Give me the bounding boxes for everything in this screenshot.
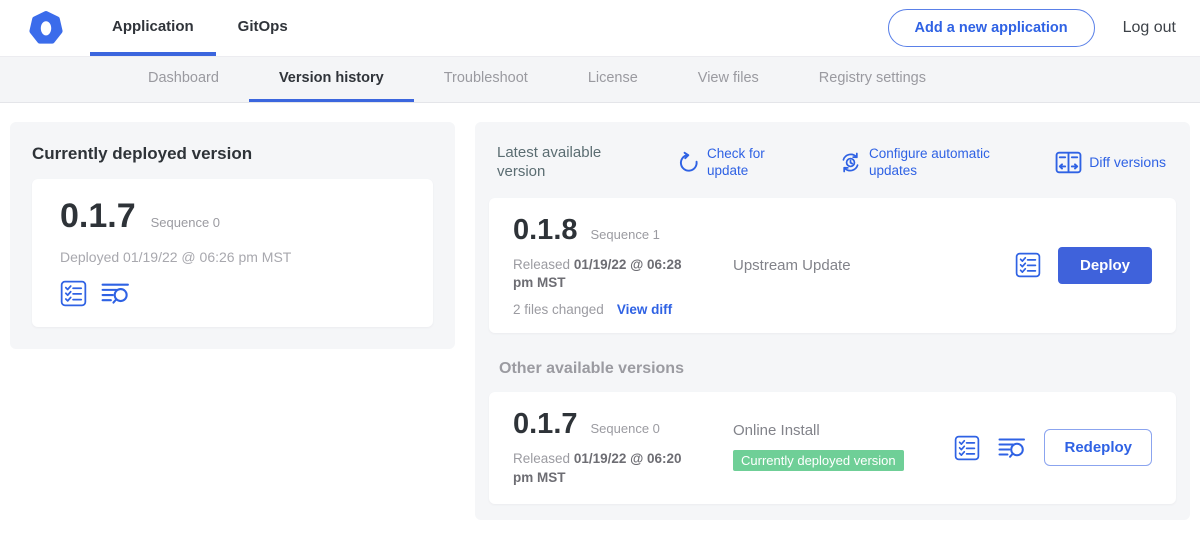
tab-application-label: Application	[112, 18, 194, 35]
latest-version-card: 0.1.8 Sequence 1 Released 01/19/22 @ 06:…	[489, 198, 1176, 333]
subnav-dashboard-label: Dashboard	[148, 70, 219, 86]
diff-versions-link[interactable]: Diff versions	[1055, 151, 1166, 174]
latest-source-column: Upstream Update	[727, 257, 1015, 274]
tab-gitops-label: GitOps	[238, 18, 288, 35]
version-history-page: Currently deployed version 0.1.7 Sequenc…	[0, 103, 1200, 520]
subnav-view-files[interactable]: View files	[668, 57, 789, 102]
deployed-version-number: 0.1.7	[60, 197, 136, 236]
tab-application[interactable]: Application	[90, 0, 216, 56]
deploy-button[interactable]: Deploy	[1058, 247, 1152, 284]
files-changed-label: 2 files changed	[513, 302, 604, 317]
subnav-license-label: License	[588, 70, 638, 86]
subnav-troubleshoot-label: Troubleshoot	[444, 70, 528, 86]
other-version-row: 0.1.7 Sequence 0	[513, 408, 727, 441]
subnav-version-history-label: Version history	[279, 70, 384, 86]
check-for-update-link[interactable]: Check for update	[677, 146, 773, 179]
add-new-application-button[interactable]: Add a new application	[888, 9, 1095, 47]
latest-released-line: Released 01/19/22 @ 06:28 pm MST	[513, 256, 705, 293]
logout-link[interactable]: Log out	[1123, 19, 1176, 37]
view-logs-icon[interactable]	[997, 435, 1027, 461]
latest-actions: Deploy	[1015, 247, 1152, 284]
configure-automatic-updates-label: Configure automatic updates	[869, 146, 1009, 179]
view-diff-link[interactable]: View diff	[617, 302, 672, 317]
released-label: Released	[513, 451, 570, 466]
view-logs-icon[interactable]	[100, 280, 131, 307]
deployed-actions-row	[60, 280, 405, 307]
currently-deployed-panel: Currently deployed version 0.1.7 Sequenc…	[10, 122, 455, 349]
latest-version-info: 0.1.8 Sequence 1 Released 01/19/22 @ 06:…	[513, 214, 727, 317]
top-tabs: Application GitOps	[90, 0, 310, 56]
other-version-info: 0.1.7 Sequence 0 Released 01/19/22 @ 06:…	[513, 408, 727, 487]
upstream-update-label: Upstream Update	[733, 257, 851, 274]
subnav-version-history[interactable]: Version history	[249, 57, 414, 102]
subnav-registry-settings[interactable]: Registry settings	[789, 57, 956, 102]
preflight-checklist-icon[interactable]	[1015, 252, 1041, 278]
scheduled-update-icon	[839, 151, 862, 174]
available-versions-header: Latest available version Check for updat…	[489, 138, 1176, 184]
released-label: Released	[513, 257, 570, 272]
deployed-version-card: 0.1.7 Sequence 0 Deployed 01/19/22 @ 06:…	[32, 179, 433, 327]
subnav-license[interactable]: License	[558, 57, 668, 102]
tab-gitops[interactable]: GitOps	[216, 0, 310, 56]
currently-deployed-badge: Currently deployed version	[733, 450, 904, 471]
currently-deployed-title: Currently deployed version	[32, 144, 433, 164]
deployed-sequence-label: Sequence 0	[151, 215, 220, 230]
files-changed-row: 2 files changed View diff	[513, 302, 727, 317]
configure-automatic-updates-link[interactable]: Configure automatic updates	[839, 146, 1009, 179]
badge-wrap: Currently deployed version	[733, 448, 905, 474]
check-for-update-label: Check for update	[707, 146, 773, 179]
latest-version-number: 0.1.8	[513, 214, 578, 247]
available-versions-panel: Latest available version Check for updat…	[475, 122, 1190, 520]
subnav-registry-settings-label: Registry settings	[819, 70, 926, 86]
app-logo-heptagon-icon	[28, 10, 64, 46]
refresh-icon	[677, 151, 700, 174]
other-sequence-label: Sequence 0	[591, 421, 660, 436]
subnav-view-files-label: View files	[698, 70, 759, 86]
app-logo	[0, 0, 90, 56]
other-versions-heading: Other available versions	[499, 360, 1176, 378]
online-install-label: Online Install	[733, 422, 954, 439]
deployed-version-row: 0.1.7 Sequence 0	[60, 197, 405, 236]
latest-available-title: Latest available version	[497, 144, 625, 182]
diff-versions-label: Diff versions	[1089, 154, 1166, 171]
other-actions: Redeploy	[954, 429, 1152, 466]
latest-version-row: 0.1.8 Sequence 1	[513, 214, 727, 247]
deployed-timestamp: Deployed 01/19/22 @ 06:26 pm MST	[60, 249, 405, 265]
latest-sequence-label: Sequence 1	[591, 227, 660, 242]
other-version-card: 0.1.7 Sequence 0 Released 01/19/22 @ 06:…	[489, 392, 1176, 504]
other-released-line: Released 01/19/22 @ 06:20 pm MST	[513, 450, 705, 487]
subnav-troubleshoot[interactable]: Troubleshoot	[414, 57, 558, 102]
top-navbar: Application GitOps Add a new application…	[0, 0, 1200, 57]
diff-icon	[1055, 151, 1082, 174]
top-nav-right: Add a new application Log out	[888, 0, 1200, 56]
redeploy-button[interactable]: Redeploy	[1044, 429, 1152, 466]
other-source-column: Online Install Currently deployed versio…	[727, 422, 954, 474]
preflight-checklist-icon[interactable]	[60, 280, 87, 307]
app-subnav: Dashboard Version history Troubleshoot L…	[0, 57, 1200, 103]
other-version-number: 0.1.7	[513, 408, 578, 441]
preflight-checklist-icon[interactable]	[954, 435, 980, 461]
subnav-dashboard[interactable]: Dashboard	[118, 57, 249, 102]
